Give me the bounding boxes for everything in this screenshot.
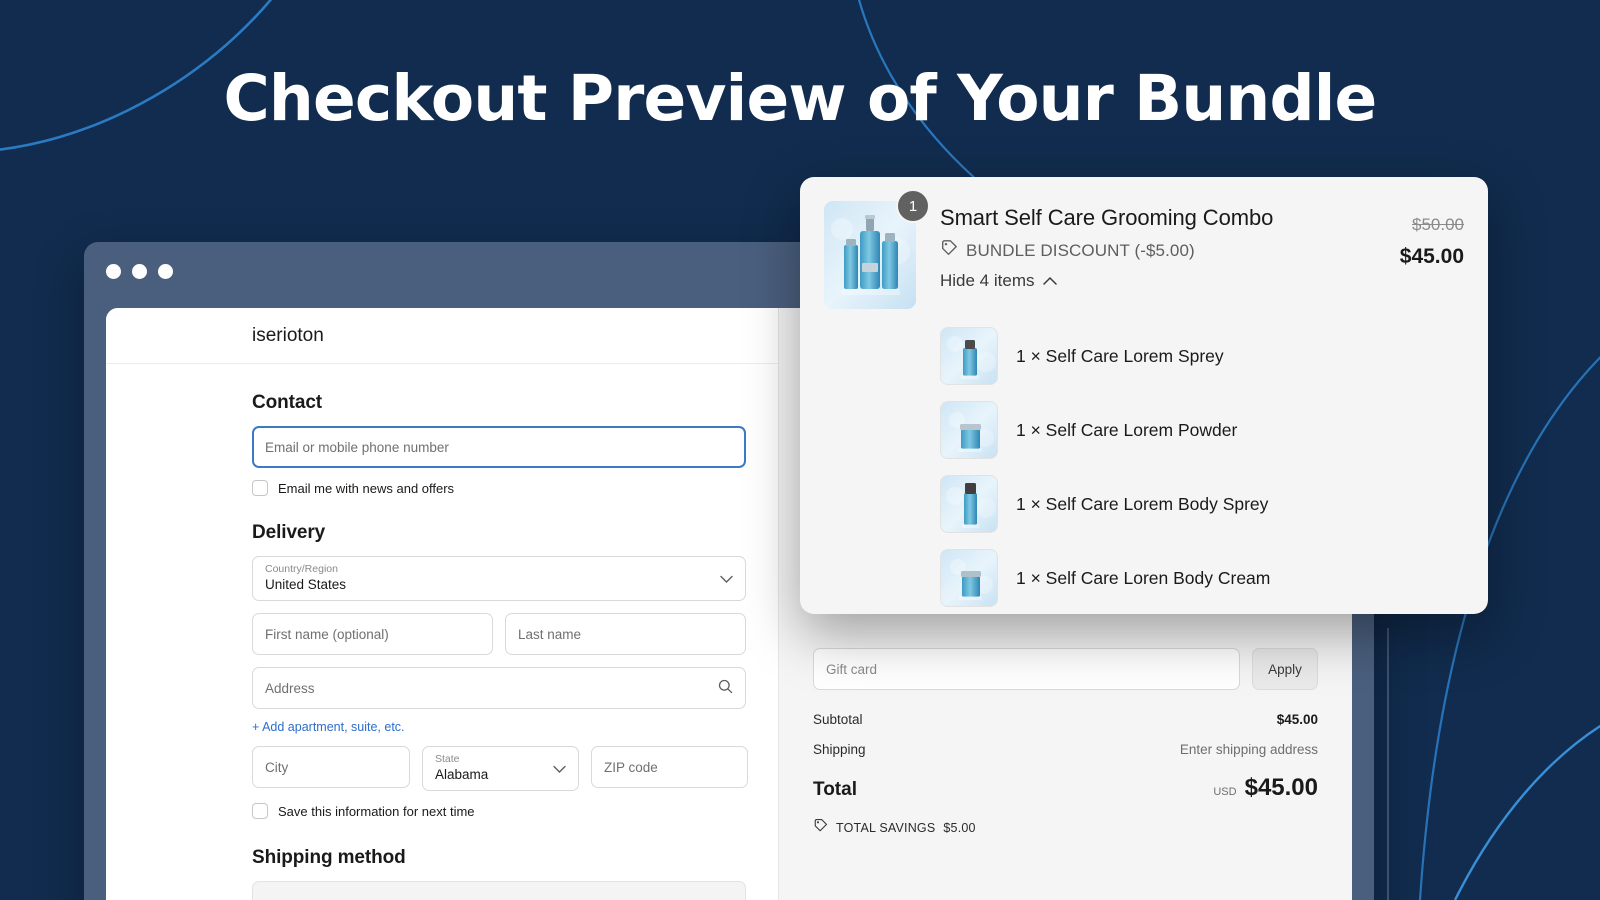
item-thumbnail: [940, 327, 998, 385]
gift-card-row: Gift card Apply: [813, 648, 1318, 690]
apply-button[interactable]: Apply: [1252, 648, 1318, 690]
country-select[interactable]: Country/Region United States: [252, 556, 746, 601]
bundle-info: Smart Self Care Grooming Combo BUNDLE DI…: [916, 201, 1400, 309]
city-placeholder: City: [265, 759, 289, 775]
item-thumbnail: [940, 475, 998, 533]
total-row: Total USD $45.00: [813, 774, 1318, 802]
total-savings-label: TOTAL SAVINGS: [836, 821, 936, 835]
zip-placeholder: ZIP code: [604, 759, 658, 775]
list-item: 1 × Self Care Lorem Body Sprey: [940, 475, 1464, 533]
chevron-up-icon: [1043, 272, 1058, 290]
shipping-method-box[interactable]: [252, 881, 746, 900]
item-thumbnail: [940, 401, 998, 459]
country-label: Country/Region: [265, 563, 338, 576]
save-info-checkbox[interactable]: [252, 803, 268, 819]
item-thumbnail: [940, 549, 998, 607]
state-select[interactable]: State Alabama: [422, 746, 579, 791]
item-label: 1 × Self Care Lorem Body Sprey: [1016, 493, 1269, 514]
state-value: Alabama: [435, 767, 489, 783]
window-minimize-dot[interactable]: [132, 264, 147, 279]
chevron-down-icon: [553, 761, 566, 776]
bundle-quantity-badge: 1: [896, 189, 930, 223]
first-name-placeholder: First name (optional): [265, 626, 389, 642]
contact-heading: Contact: [252, 392, 323, 413]
state-label: State: [435, 753, 460, 766]
newsletter-checkbox[interactable]: [252, 480, 268, 496]
bundle-header: 1 Smart Self Care Grooming Combo BUNDLE …: [824, 189, 1464, 309]
first-name-field[interactable]: First name (optional): [252, 613, 493, 655]
bundle-price-current: $45.00: [1399, 245, 1464, 268]
add-apartment-link[interactable]: + Add apartment, suite, etc.: [252, 720, 778, 734]
shipping-value: Enter shipping address: [1179, 742, 1318, 757]
last-name-placeholder: Last name: [518, 626, 582, 642]
save-info-checkbox-row[interactable]: Save this information for next time: [252, 803, 778, 819]
bundle-toggle-label: Hide 4 items: [940, 271, 1035, 290]
zip-field[interactable]: ZIP code: [591, 746, 748, 788]
list-item: 1 × Self Care Lorem Powder: [940, 401, 1464, 459]
total-savings-row: TOTAL SAVINGS $5.00: [813, 818, 1318, 838]
store-name: iserioton: [252, 324, 324, 346]
window-maximize-dot[interactable]: [158, 264, 173, 279]
total-value: $45.00: [1244, 774, 1318, 801]
checkout-form-column: iserioton Contact Email or mobile phone …: [106, 308, 778, 900]
shipping-method-heading: Shipping method: [252, 847, 406, 868]
subtotal-value: $45.00: [1276, 712, 1318, 727]
shipping-label: Shipping: [813, 742, 866, 757]
window-controls[interactable]: [106, 264, 173, 279]
bundle-price-block: $50.00 $45.00: [1400, 201, 1464, 309]
item-label: 1 × Self Care Lorem Powder: [1016, 419, 1238, 440]
gift-card-placeholder: Gift card: [826, 661, 878, 677]
shipping-row: Shipping Enter shipping address: [813, 742, 1318, 757]
save-info-label: Save this information for next time: [278, 803, 475, 819]
newsletter-label: Email me with news and offers: [278, 480, 455, 496]
discount-tag-icon: [940, 239, 958, 262]
total-savings-value: $5.00: [943, 821, 976, 835]
search-icon[interactable]: [718, 679, 733, 697]
bundle-toggle-items-button[interactable]: Hide 4 items: [940, 271, 1400, 291]
last-name-field[interactable]: Last name: [505, 613, 746, 655]
email-field-placeholder: Email or mobile phone number: [265, 439, 449, 455]
bundle-discount-row: BUNDLE DISCOUNT (-$5.00): [940, 239, 1400, 262]
item-label: 1 × Self Care Lorem Sprey: [1016, 345, 1224, 366]
city-field[interactable]: City: [252, 746, 410, 788]
subtotal-label: Subtotal: [813, 712, 863, 727]
total-label: Total: [813, 779, 857, 800]
address-placeholder: Address: [265, 680, 315, 696]
bundle-preview-card: 1 Smart Self Care Grooming Combo BUNDLE …: [800, 177, 1488, 614]
list-item: 1 × Self Care Lorem Sprey: [940, 327, 1464, 385]
discount-tag-icon: [813, 818, 828, 838]
bundle-discount-text: BUNDLE DISCOUNT (-$5.00): [966, 240, 1195, 260]
country-value: United States: [265, 577, 347, 593]
item-label: 1 × Self Care Loren Body Cream: [1016, 567, 1271, 588]
gift-card-input[interactable]: Gift card: [813, 648, 1240, 690]
email-field[interactable]: Email or mobile phone number: [252, 426, 746, 468]
store-header: iserioton: [106, 308, 778, 364]
chevron-down-icon: [720, 571, 733, 586]
page-title: Checkout Preview of Your Bundle: [223, 62, 1378, 135]
bundle-thumbnail-wrapper: 1: [824, 189, 930, 309]
delivery-heading: Delivery: [252, 522, 326, 543]
total-currency: USD: [1213, 786, 1237, 798]
bundle-items-list: 1 × Self Care Lorem Sprey 1 × Self Care …: [824, 327, 1464, 607]
list-item: 1 × Self Care Loren Body Cream: [940, 549, 1464, 607]
newsletter-checkbox-row[interactable]: Email me with news and offers: [252, 480, 778, 496]
address-field[interactable]: Address: [252, 667, 746, 709]
bundle-title: Smart Self Care Grooming Combo: [940, 205, 1274, 230]
window-close-dot[interactable]: [106, 264, 121, 279]
subtotal-row: Subtotal $45.00: [813, 712, 1318, 727]
bundle-price-original: $50.00: [1412, 215, 1464, 234]
